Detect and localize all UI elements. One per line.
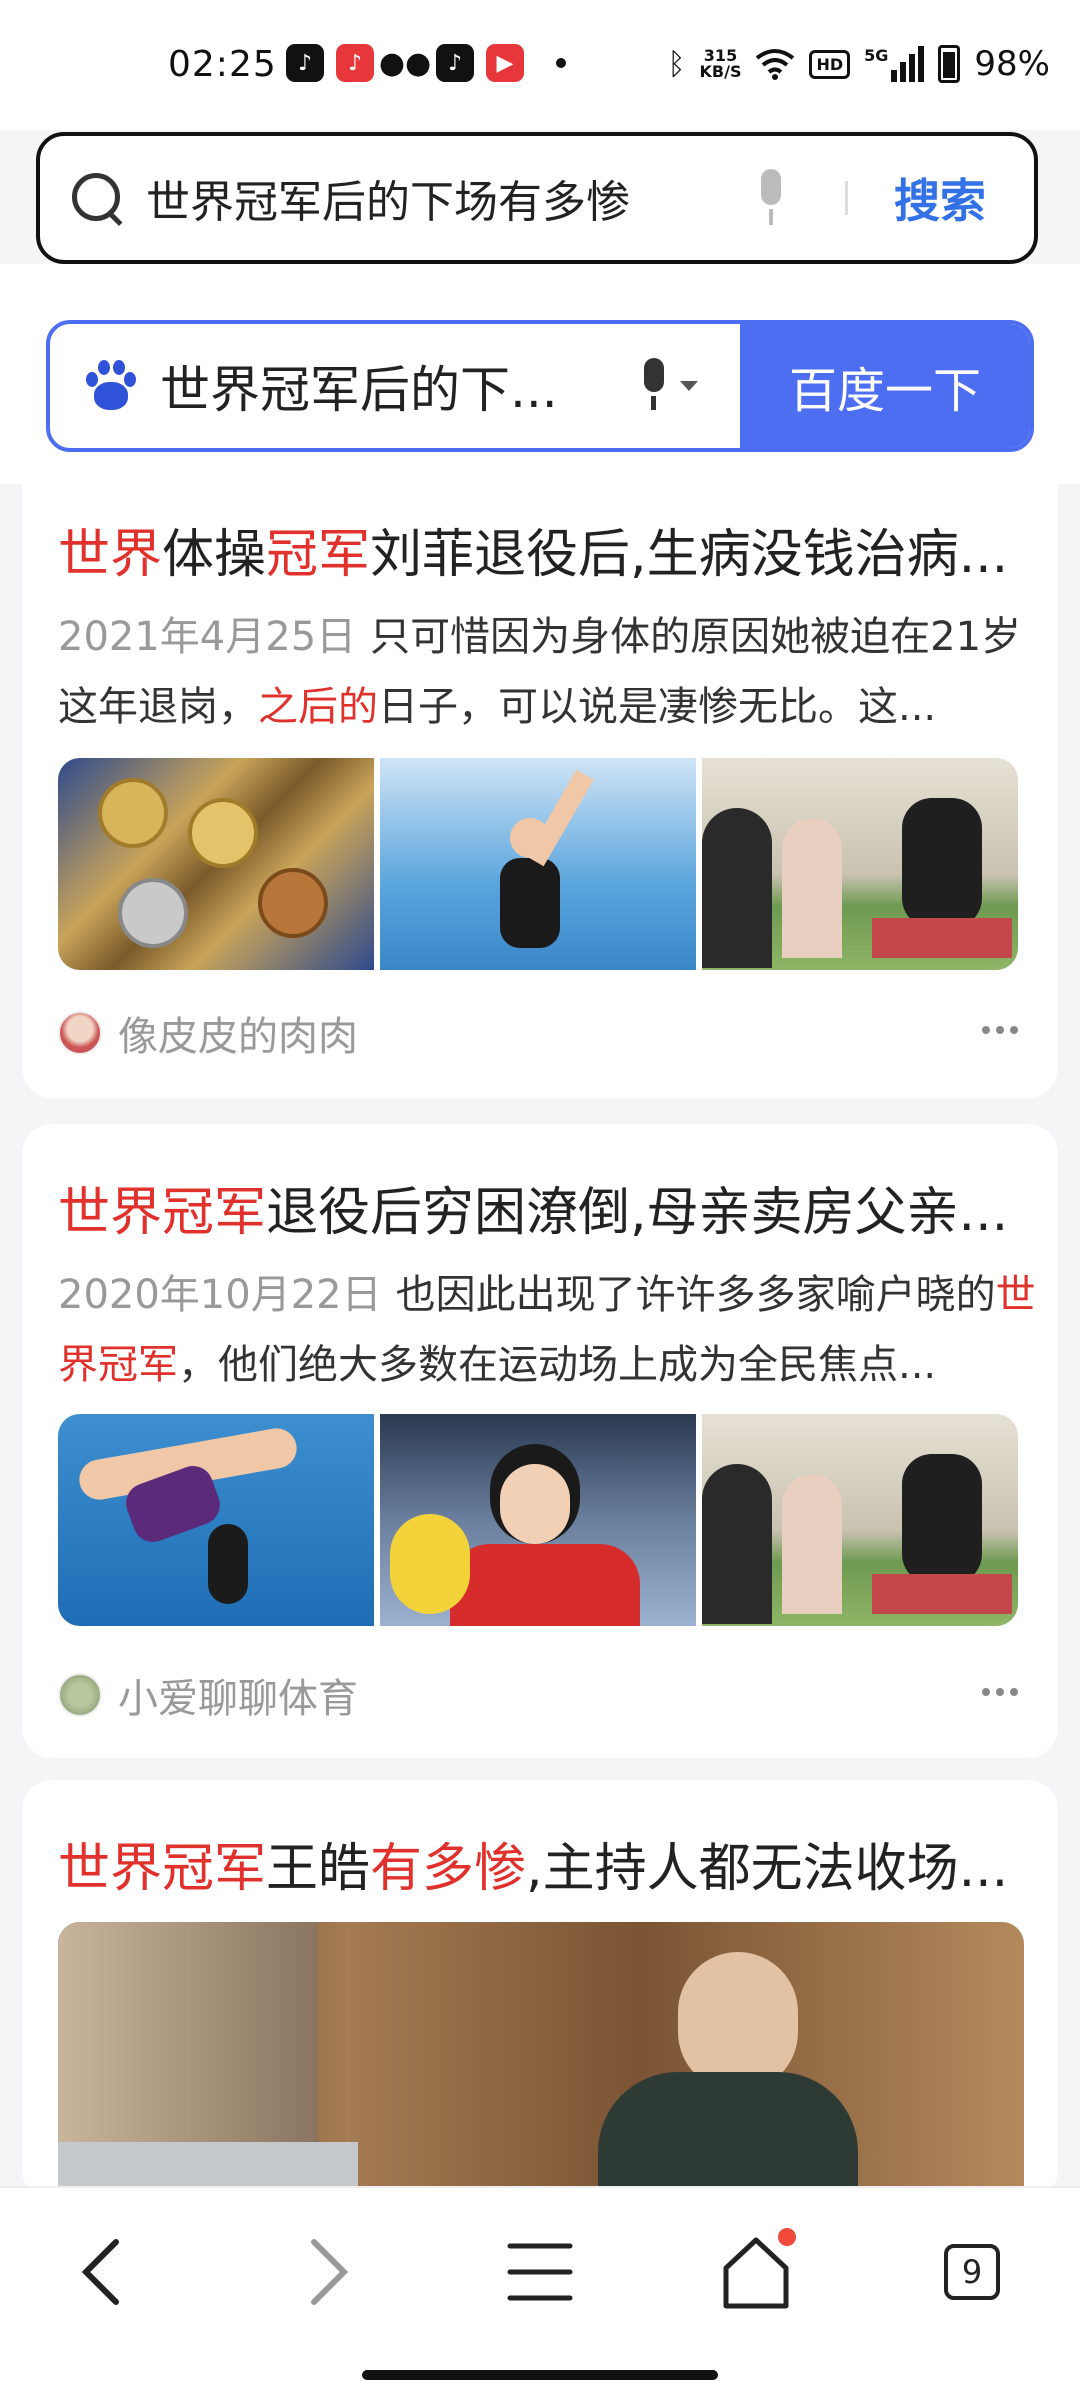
home-button[interactable]: [716, 2228, 796, 2312]
tabs-button[interactable]: 9: [932, 2232, 1012, 2312]
menu-icon[interactable]: [500, 2232, 580, 2312]
more-options-icon[interactable]: [982, 1688, 1018, 1696]
thumbnail-gymnast[interactable]: [380, 758, 696, 970]
douyin-lite-icon: ♪: [336, 44, 374, 82]
bluetooth-icon: ᛒ: [667, 46, 686, 82]
result-images[interactable]: [58, 1414, 1018, 1626]
divider: [845, 181, 848, 215]
battery-icon: [938, 45, 961, 83]
forward-icon[interactable]: [284, 2232, 364, 2312]
result-snippet: 2020年10月22日 也因此出现了许许多多家喻户晓的世界冠军，他们绝大多数在运动…: [58, 1272, 1036, 1388]
result-images[interactable]: [58, 758, 1018, 970]
tabs-count: 9: [944, 2244, 1000, 2300]
status-time: 02:25: [168, 44, 277, 85]
baidu-search-box[interactable]: 世界冠军后的下... 百度一下: [46, 320, 1034, 452]
search-button[interactable]: 搜索: [894, 165, 986, 231]
result-video-thumbnail[interactable]: [58, 1922, 1024, 2222]
result-card[interactable]: 世界冠军退役后穷困潦倒,母亲卖房父亲... 2020年10月22日 也因此出现了许…: [22, 1124, 1058, 1758]
wifi-icon: [756, 49, 795, 80]
wechat-icon: ●●: [378, 45, 432, 81]
chevron-down-icon[interactable]: [680, 381, 698, 391]
browser-search-bar[interactable]: 世界冠军后的下场有多惨 搜索: [36, 132, 1038, 264]
avatar: [58, 1011, 102, 1055]
notification-icons: ♪ ♪ ●● ♪ ▶: [286, 44, 566, 82]
thumbnail-family-room[interactable]: [702, 1414, 1018, 1626]
thumbnail-diver[interactable]: [58, 1414, 374, 1626]
result-date: 2021年4月25日: [58, 614, 357, 660]
notification-dot: [778, 2228, 796, 2246]
microphone-icon[interactable]: [636, 358, 670, 414]
more-notifications-dot: [556, 58, 566, 68]
result-source[interactable]: 小爱聊聊体育: [58, 1666, 358, 1724]
douyin-icon: ♪: [436, 44, 474, 82]
video-app-icon: ▶: [486, 44, 524, 82]
result-title[interactable]: 世界冠军退役后穷困潦倒,母亲卖房父亲...: [58, 1170, 1048, 1245]
result-source[interactable]: 像皮皮的肉肉: [58, 1004, 358, 1062]
more-options-icon[interactable]: [982, 1026, 1018, 1034]
hd-badge: HD: [809, 49, 851, 79]
douyin-icon: ♪: [286, 44, 324, 82]
bottom-navigation: 9: [0, 2186, 1080, 2400]
signal-icon: 5G: [864, 46, 925, 82]
result-card[interactable]: 世界体操冠军刘菲退役后,生病没钱治病... 2021年4月25日 只可惜因为身体的…: [22, 484, 1058, 1098]
system-icons: ᛒ 315 KB/S HD 5G 98%: [668, 44, 1050, 84]
net-speed: 315 KB/S: [699, 46, 742, 81]
status-bar: 02:25 ♪ ♪ ●● ♪ ▶ ᛒ 315 KB/S HD 5G 98%: [0, 0, 1080, 130]
thumbnail-medals[interactable]: [58, 758, 374, 970]
baidu-search-button[interactable]: 百度一下: [740, 324, 1030, 448]
search-icon: [70, 171, 124, 225]
result-title[interactable]: 世界体操冠军刘菲退役后,生病没钱治病...: [58, 512, 1048, 587]
back-icon[interactable]: [66, 2232, 146, 2312]
thumbnail-swimmer[interactable]: [380, 1414, 696, 1626]
thumbnail-family-room[interactable]: [702, 758, 1018, 970]
result-title[interactable]: 世界冠军王皓有多惨,主持人都无法收场...: [58, 1826, 1048, 1901]
microphone-icon[interactable]: [753, 169, 789, 227]
gesture-bar[interactable]: [362, 2370, 718, 2380]
result-snippet: 2021年4月25日 只可惜因为身体的原因她被迫在21岁这年退岗，之后的日子，可以…: [58, 614, 1022, 730]
search-query[interactable]: 世界冠军后的下场有多惨: [146, 166, 753, 230]
baidu-paw-icon: [86, 360, 136, 412]
result-date: 2020年10月22日: [58, 1272, 382, 1318]
result-card[interactable]: 世界冠军王皓有多惨,主持人都无法收场...: [22, 1780, 1058, 2222]
battery-level: 98%: [974, 44, 1050, 84]
avatar: [58, 1673, 102, 1717]
baidu-search-input[interactable]: 世界冠军后的下...: [160, 350, 590, 422]
